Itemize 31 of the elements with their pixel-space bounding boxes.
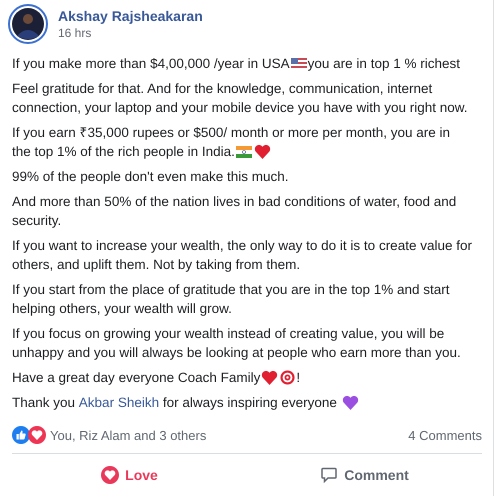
post-text: If you want to increase your wealth, the only way to do it is to create value for others, and uplift them. Not by taking from them.: [12, 237, 473, 274]
post-text: Feel gratitude for that. And for the knowledge, communication, internet connection, your laptop and your mobile device you have with you right now.: [12, 80, 469, 117]
target-icon: [280, 370, 296, 385]
post-text: If you start from the place of gratitude that you are in the top 1% and start helping others, your wealth will grow.: [12, 281, 450, 318]
love-button[interactable]: Love: [12, 458, 247, 492]
post-text: 99% of the people don't even make this much.: [12, 168, 288, 186]
reaction-summary[interactable]: You, Riz Alam and 3 others: [50, 428, 206, 442]
comment-button[interactable]: Comment: [247, 458, 482, 492]
flag-icon: [236, 146, 252, 158]
post-text: you are in top 1 % richest: [308, 55, 460, 73]
speech-bubble-icon: [320, 466, 338, 484]
post-text: If you focus on growing your wealth instead of creating value, you will be unhappy and you will always be looking at people who earn more than you.: [12, 325, 462, 362]
post-text: If you earn ₹35,000 rupees or $500/ month or more per month, you are in: [12, 124, 450, 142]
post-text: Have a great day everyone Coach Family: [12, 369, 260, 387]
post-text: And more than 50% of the nation lives in bad conditions of water, food and security.: [12, 193, 458, 230]
avatar[interactable]: [8, 4, 48, 44]
heart-icon: [254, 144, 271, 159]
flag-icon: [290, 58, 307, 70]
post-text: If you make more than $4,00,000 /year in USA: [12, 55, 290, 73]
love-icon[interactable]: [28, 426, 46, 444]
like-icon[interactable]: [12, 426, 30, 444]
author-name[interactable]: Akshay Rajsheakaran: [58, 8, 203, 24]
heart-icon: [261, 370, 278, 385]
post-text: !: [296, 369, 300, 387]
post-text: for always inspiring everyone: [162, 394, 338, 412]
post-time[interactable]: 16 hrs: [58, 26, 203, 40]
post-text: Thank you: [12, 394, 76, 412]
post-text: the top 1% of the rich people in India.: [12, 143, 235, 161]
heart-icon: [342, 395, 359, 410]
comment-count[interactable]: 4 Comments: [408, 428, 482, 442]
mention-link[interactable]: Akbar Sheikh: [78, 393, 160, 412]
